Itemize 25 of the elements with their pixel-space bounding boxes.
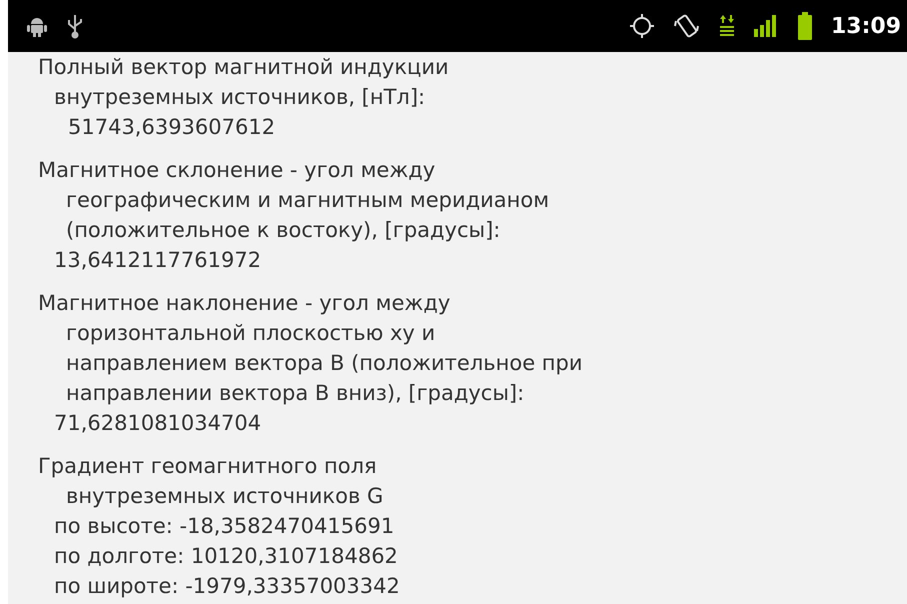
- rotate-icon: [672, 13, 701, 39]
- android-icon: [26, 15, 48, 37]
- clock-time: 13:09: [830, 14, 901, 38]
- parameter-text: горизонтальной плоскостью xy и: [65, 320, 436, 347]
- parameter-text: географическим и магнитным меридианом: [65, 187, 550, 214]
- parameter-text: по долготе: 10120,3107184862: [53, 543, 398, 570]
- gps-icon: [628, 13, 655, 39]
- signal-icon: [752, 14, 779, 38]
- parameter-text: по широте: -1979,33357003342: [53, 573, 400, 600]
- parameter-text: внутреземных источников G: [65, 483, 384, 510]
- parameter-text: направлением вектора B (положительное при: [65, 350, 583, 377]
- parameter-text: направлении вектора B вниз), [градусы]:: [65, 380, 524, 407]
- parameter-title: Градиент геомагнитного поля: [37, 453, 377, 480]
- usb-icon: [66, 13, 84, 39]
- parameter-text: 51743,6393607612: [67, 114, 276, 141]
- parameter-text: 13,6412117761972: [53, 247, 262, 274]
- battery-icon: [796, 12, 813, 40]
- parameter-text: 71,6281081034704: [53, 410, 262, 437]
- network-icon: [718, 13, 735, 39]
- parameter-text: по высоте: -18,3582470415691: [53, 513, 394, 540]
- parameter-title: Полный вектор магнитной индукции: [37, 54, 449, 81]
- parameter-title: Магнитное склонение - угол между: [37, 157, 436, 184]
- parameter-text: (положительное к востоку), [градусы]:: [65, 217, 500, 244]
- parameter-title: Магнитное наклонение - угол между: [37, 290, 450, 317]
- parameter-text: внутреземных источников, [нТл]:: [53, 84, 426, 111]
